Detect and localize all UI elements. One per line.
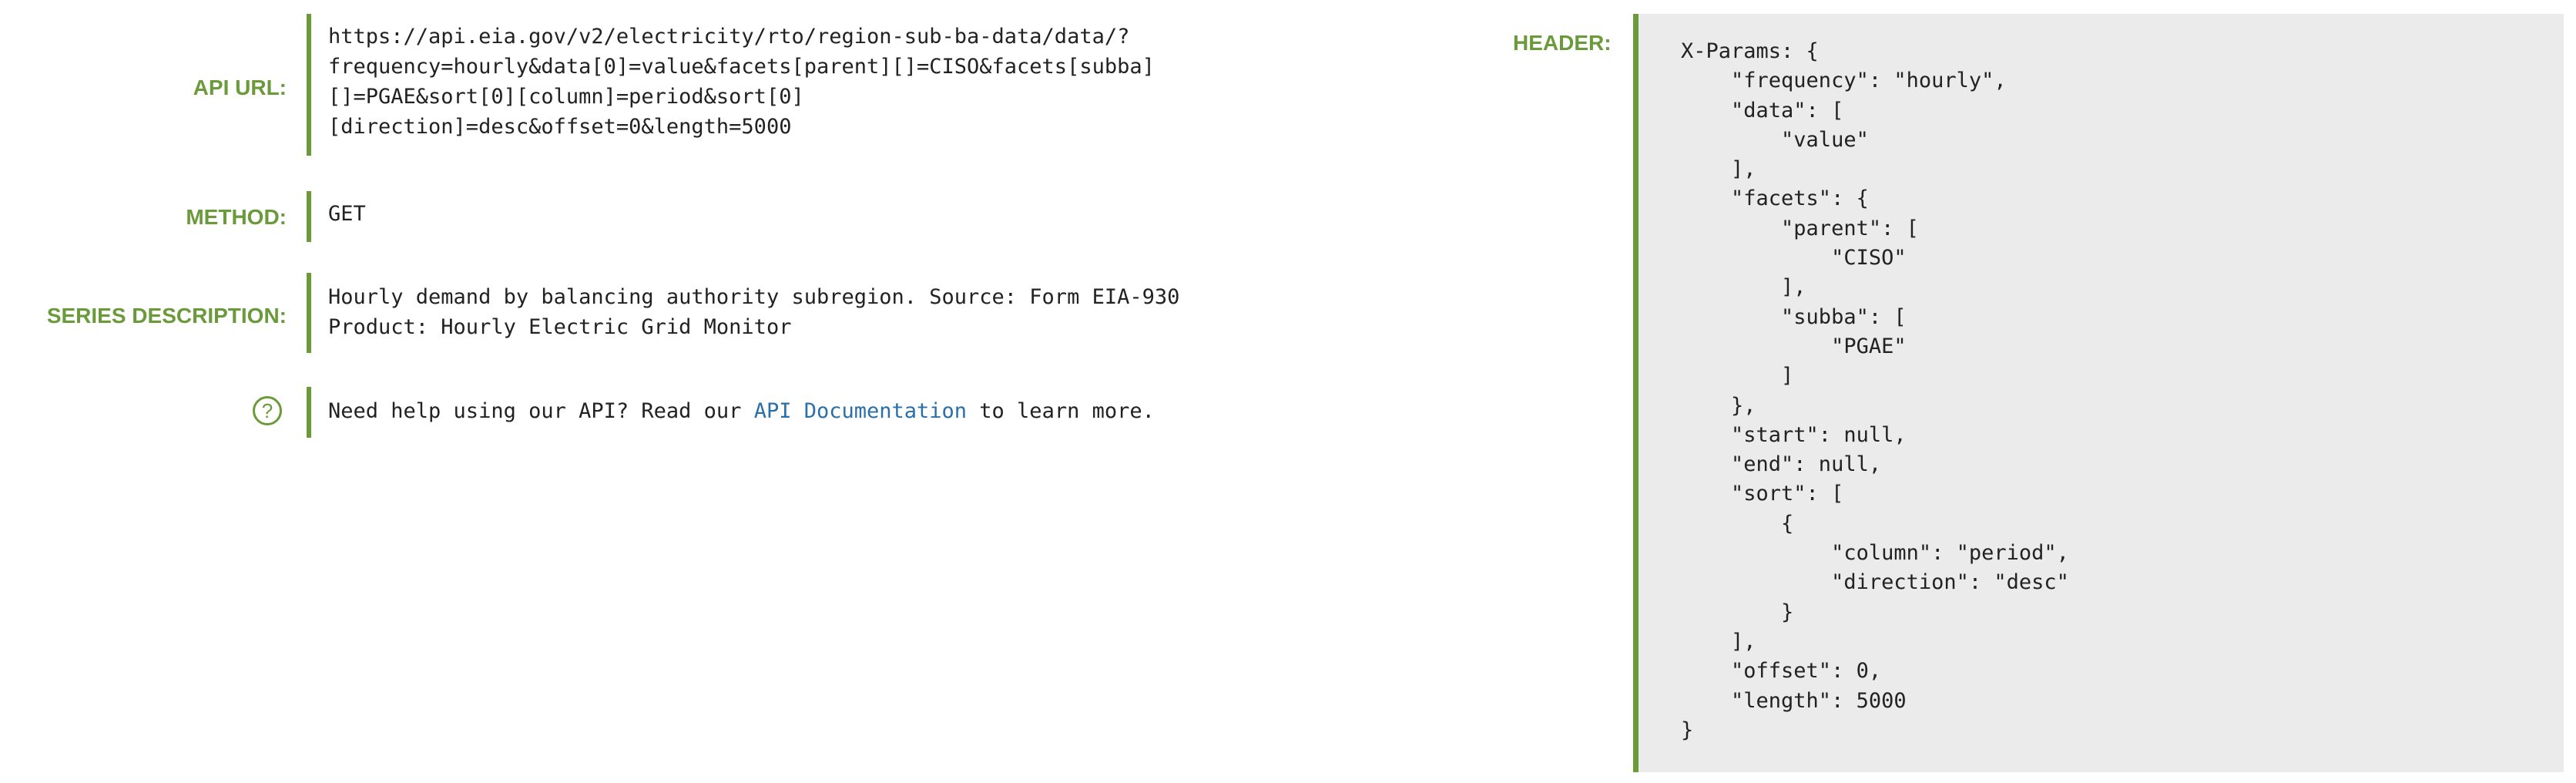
- series-description-label: SERIES DESCRIPTION:: [46, 304, 287, 328]
- header-code[interactable]: X-Params: { "frequency": "hourly", "data…: [1681, 37, 2069, 745]
- series-description-value: Hourly demand by balancing authority sub…: [328, 285, 1180, 339]
- series-description-accent-bar: [307, 273, 311, 353]
- api-url-value[interactable]: https://api.eia.gov/v2/electricity/rto/r…: [328, 22, 1155, 142]
- api-documentation-link[interactable]: API Documentation: [754, 399, 967, 423]
- method-label: METHOD:: [186, 205, 287, 229]
- header-accent-bar: [1633, 14, 1639, 772]
- api-url-accent-bar: [307, 14, 311, 156]
- method-accent-bar: [307, 191, 311, 242]
- help-suffix: to learn more.: [967, 399, 1155, 423]
- help-accent-bar: [307, 387, 311, 438]
- help-text: Need help using our API? Read our API Do…: [328, 396, 1155, 426]
- help-prefix: Need help using our API? Read our: [328, 399, 754, 423]
- api-url-label: API URL:: [193, 76, 287, 99]
- header-label: HEADER:: [1513, 31, 1612, 55]
- question-circle-icon: ?: [253, 396, 282, 425]
- method-value: GET: [328, 202, 366, 226]
